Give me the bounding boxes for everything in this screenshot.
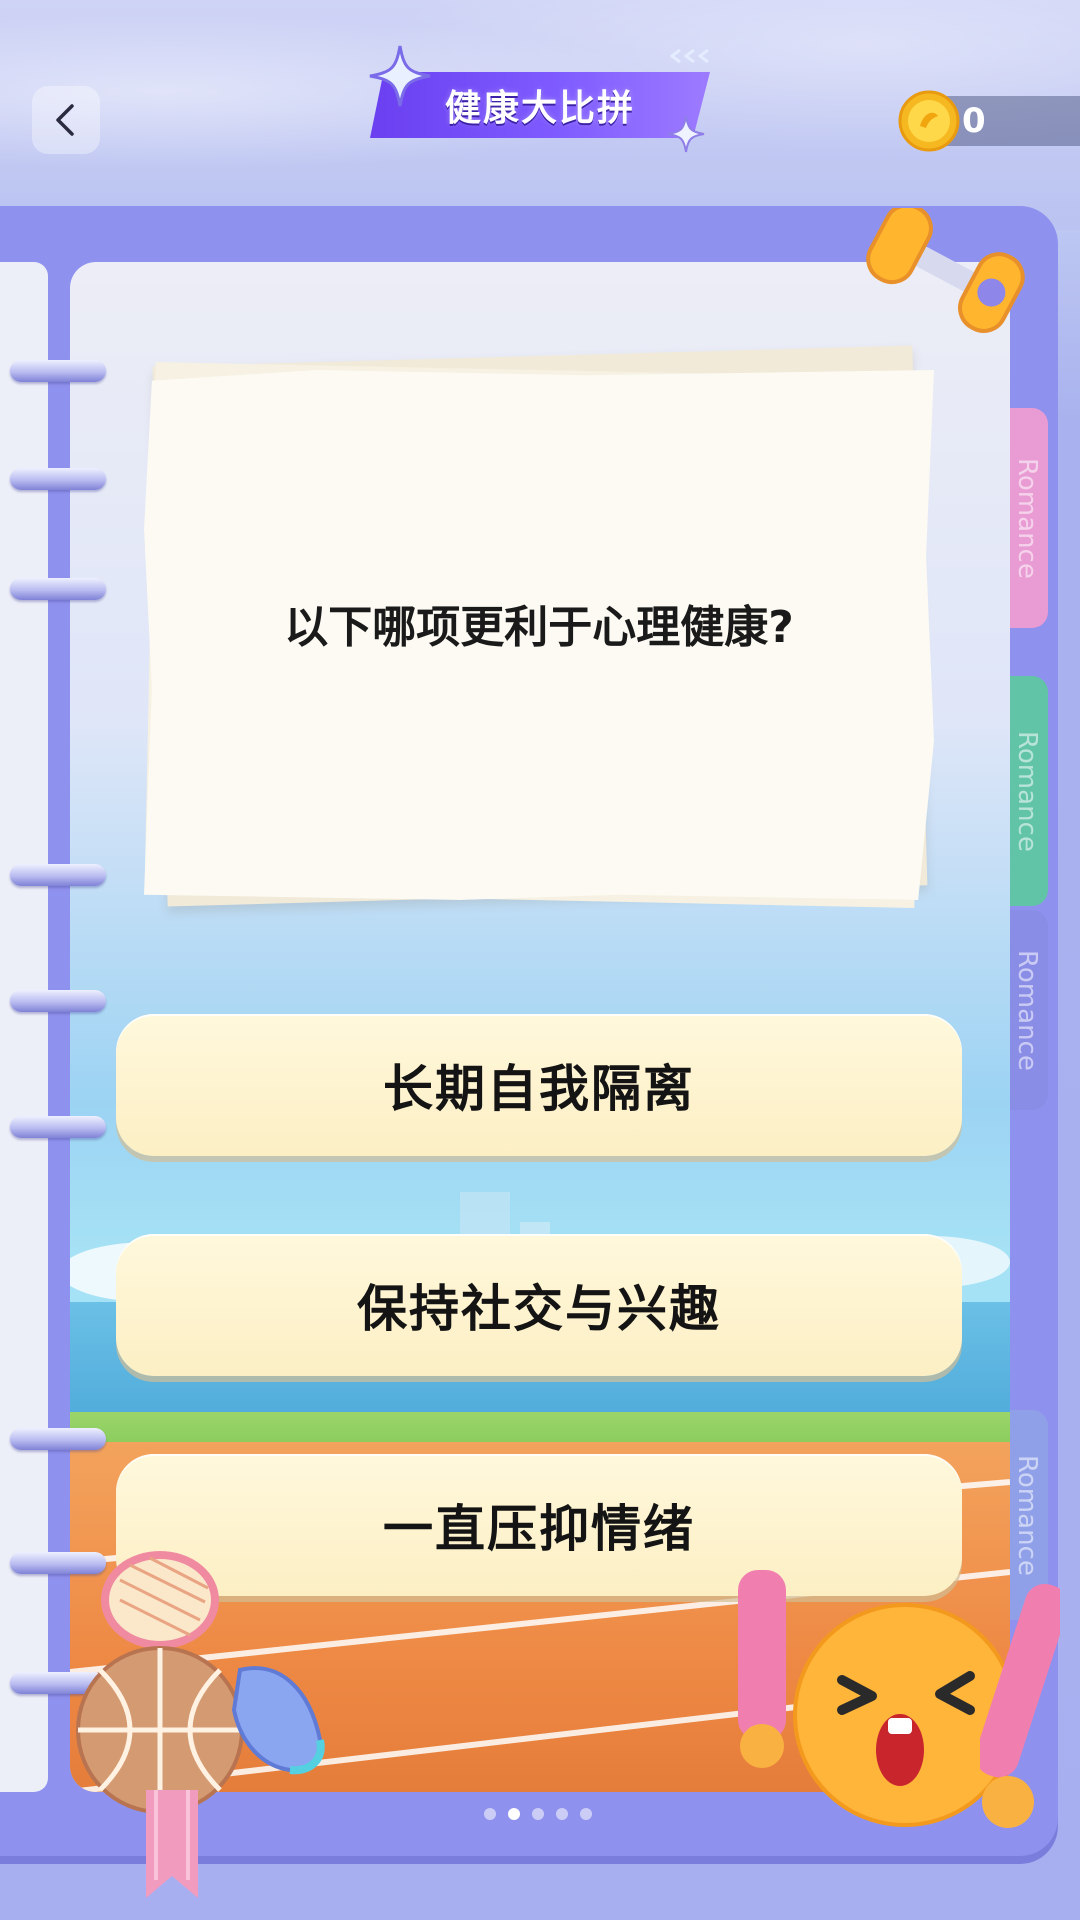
- page-indicator: [484, 1806, 604, 1822]
- coin-icon: [898, 90, 960, 152]
- shoe-icon: [231, 1666, 325, 1775]
- page-dot[interactable]: [580, 1808, 592, 1820]
- bookmark-ribbon: [146, 1790, 198, 1898]
- dumbbell-icon: [866, 208, 1025, 333]
- question-text: 以下哪项更利于心理健康?: [284, 602, 794, 653]
- sparkle-icon: [667, 115, 705, 153]
- bat-icon: [980, 1583, 1060, 1828]
- answer-option-3[interactable]: 一直压抑情绪: [116, 1454, 962, 1596]
- page-dot[interactable]: [532, 1808, 544, 1820]
- tab-romance-2[interactable]: Romance: [1006, 676, 1048, 906]
- answer-option-2[interactable]: 保持社交与兴趣: [116, 1234, 962, 1376]
- sparkle-icon: [369, 45, 431, 107]
- page-dot-active[interactable]: [508, 1808, 520, 1820]
- page-dot[interactable]: [556, 1808, 568, 1820]
- coin-count: 0: [962, 101, 986, 141]
- arrows-decoration-icon: [670, 48, 709, 64]
- page-dot[interactable]: [484, 1808, 496, 1820]
- tab-romance-1[interactable]: Romance: [1006, 408, 1048, 628]
- answer-option-1[interactable]: 长期自我隔离: [116, 1014, 962, 1156]
- tab-romance-3[interactable]: Romance: [1006, 910, 1048, 1110]
